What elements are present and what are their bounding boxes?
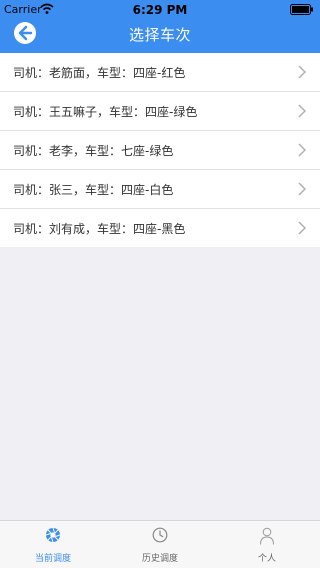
tab-label: 当前调度 xyxy=(34,554,71,564)
tab-history-dispatch[interactable]: 历史调度 xyxy=(107,521,213,568)
tab-label: 个人 xyxy=(257,554,276,564)
status-bar: Carrier 6:29 PM xyxy=(0,0,320,20)
driver-row-label: 司机：王五嘛子，车型：四座-绿色 xyxy=(13,105,198,119)
driver-row[interactable]: 司机：老李，车型：七座-绿色 xyxy=(0,131,320,170)
clock-icon xyxy=(152,527,168,543)
chevron-right-icon xyxy=(298,182,306,196)
driver-row[interactable]: 司机：张三，车型：四座-白色 xyxy=(0,170,320,209)
tab-current-dispatch[interactable]: 当前调度 xyxy=(0,521,106,568)
driver-list: 司机：老筋面，车型：四座-红色 司机：王五嘛子，车型：四座-绿色 司机：老李，车… xyxy=(0,53,320,247)
driver-row-label: 司机：老李，车型：七座-绿色 xyxy=(13,144,174,158)
driver-row-label: 司机：老筋面，车型：四座-红色 xyxy=(13,66,186,80)
chevron-right-icon xyxy=(298,104,306,118)
tab-bar: 当前调度 历史调度 个人 xyxy=(0,520,320,568)
driver-row[interactable]: 司机：刘有成，车型：四座-黑色 xyxy=(0,209,320,247)
page-title: 选择车次 xyxy=(128,26,191,44)
person-icon xyxy=(260,527,274,545)
chevron-right-icon xyxy=(298,221,306,235)
tab-personal[interactable]: 个人 xyxy=(214,521,320,568)
driver-row[interactable]: 司机：老筋面，车型：四座-红色 xyxy=(0,53,320,92)
status-time: 6:29 PM xyxy=(132,3,188,17)
driver-row[interactable]: 司机：王五嘛子，车型：四座-绿色 xyxy=(0,92,320,131)
driver-row-label: 司机：刘有成，车型：四座-黑色 xyxy=(13,222,186,236)
tab-label: 历史调度 xyxy=(141,554,178,564)
aperture-icon xyxy=(45,527,61,543)
battery-icon xyxy=(290,4,313,15)
chevron-right-icon xyxy=(298,143,306,157)
chevron-right-icon xyxy=(298,65,306,79)
driver-row-label: 司机：张三，车型：四座-白色 xyxy=(13,183,174,197)
